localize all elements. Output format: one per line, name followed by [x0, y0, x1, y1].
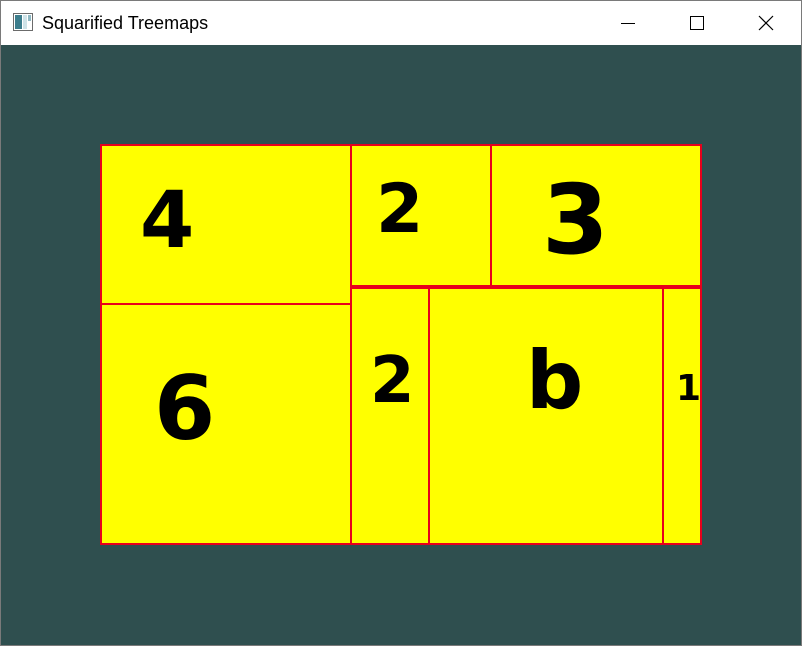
maximize-icon	[689, 15, 705, 31]
treemap-cell-label: 2	[376, 170, 424, 249]
treemap-cell: 4	[100, 144, 352, 305]
treemap-cell-label: 6	[154, 357, 216, 460]
treemap-cell-label: b	[526, 334, 584, 427]
treemap-cell-label: 3	[542, 164, 609, 276]
close-icon	[758, 15, 774, 31]
treemap-cell: b	[428, 287, 664, 545]
treemap-cell: 2	[350, 144, 492, 287]
maximize-button[interactable]	[662, 1, 732, 45]
minimize-button[interactable]	[593, 1, 663, 45]
treemap-canvas: 4 6 2 3 2 b 1	[1, 45, 801, 645]
treemap-cell: 1	[662, 287, 702, 545]
treemap: 4 6 2 3 2 b 1	[1, 45, 801, 645]
minimize-icon	[620, 15, 636, 31]
app-window-icon	[13, 13, 33, 31]
treemap-cell: 3	[490, 144, 702, 287]
treemap-cell: 6	[100, 303, 352, 545]
treemap-cell-label: 1	[676, 368, 702, 409]
window-title: Squarified Treemaps	[42, 13, 209, 33]
treemap-cell-label: 2	[370, 344, 415, 418]
app-window: Squarified Treemaps 4 6 2 3 2 b 1	[0, 0, 802, 646]
treemap-cell: 2	[350, 287, 430, 545]
treemap-cell-label: 4	[140, 176, 195, 266]
title-bar[interactable]: Squarified Treemaps	[1, 1, 801, 45]
close-button[interactable]	[731, 1, 801, 45]
